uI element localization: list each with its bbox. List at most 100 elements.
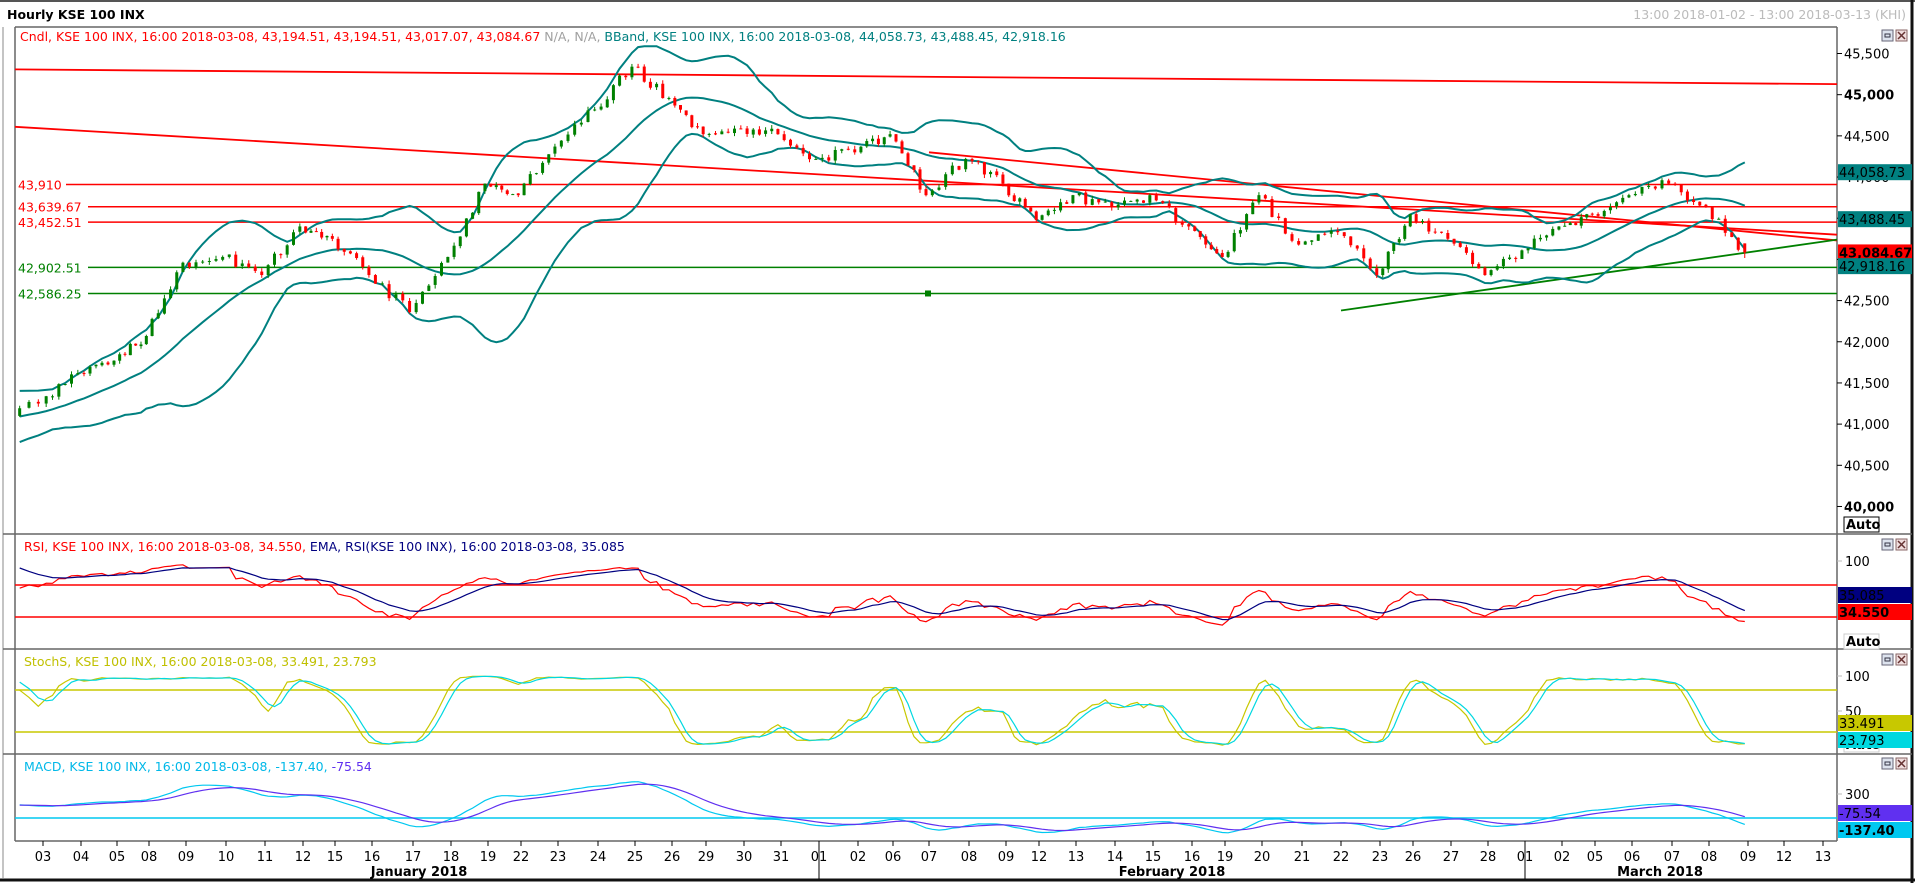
date-tick-label: 16 xyxy=(1184,850,1201,865)
candle-body xyxy=(1568,223,1572,226)
price-tick-label: 45,000 xyxy=(1844,89,1894,104)
candle-body xyxy=(1077,192,1081,196)
candle-body xyxy=(1698,201,1702,206)
price-auto-scale-button-label[interactable]: Auto xyxy=(1846,518,1881,533)
rsi-auto-scale-button-label[interactable]: Auto xyxy=(1846,635,1881,650)
chart-title: Hourly KSE 100 INX xyxy=(7,7,145,22)
candle-body xyxy=(414,302,418,313)
candle-body xyxy=(894,134,898,142)
candle-body xyxy=(900,141,904,154)
candle-body xyxy=(989,171,993,175)
date-tick-label: 15 xyxy=(1145,850,1162,865)
candle-body xyxy=(586,110,590,122)
candle-body xyxy=(579,122,583,125)
candle-body xyxy=(128,343,132,356)
candle-body xyxy=(150,318,154,336)
candle-body xyxy=(1323,233,1327,235)
candle-body xyxy=(667,97,671,99)
price-tick-label: 41,000 xyxy=(1844,418,1890,433)
candle-body xyxy=(227,254,231,257)
date-tick-label: 12 xyxy=(1031,850,1048,865)
rsi-close-button[interactable] xyxy=(1895,538,1908,551)
window-background xyxy=(0,0,1915,883)
candle-body xyxy=(1673,183,1677,185)
macd-close-button[interactable] xyxy=(1895,757,1908,770)
candle-body xyxy=(1071,195,1075,204)
candle-body xyxy=(820,157,824,159)
stoch-legend: StochS, KSE 100 INX, 16:00 2018-03-08, 3… xyxy=(24,654,377,669)
candle-body xyxy=(1023,198,1027,208)
macd-tick-label: 300 xyxy=(1845,788,1870,803)
candle-body xyxy=(1142,200,1145,203)
candle-body xyxy=(500,185,504,190)
candle-body xyxy=(559,140,563,147)
candle-body xyxy=(1355,245,1359,249)
candle-body xyxy=(1310,240,1314,242)
candle-body xyxy=(1018,198,1022,202)
restore-icon xyxy=(1881,653,1894,666)
candle-body xyxy=(1574,223,1578,226)
candle-body xyxy=(207,261,211,263)
candle-body xyxy=(1238,230,1242,234)
ema-legend: EMA, RSI(KSE 100 INX), 16:00 2018-03-08,… xyxy=(310,539,625,554)
candle-body xyxy=(1316,234,1320,241)
candle-body xyxy=(1710,207,1714,220)
candle-body xyxy=(937,187,941,190)
candle-body xyxy=(240,263,244,267)
candle-body xyxy=(1193,226,1197,231)
candle-body xyxy=(1526,248,1530,251)
trendline-anchor-handle[interactable] xyxy=(925,290,931,297)
candle-body xyxy=(1187,224,1191,227)
candle-body xyxy=(1723,218,1727,233)
candle-body xyxy=(1640,186,1644,194)
candle-body xyxy=(421,291,424,304)
candle-body xyxy=(1297,241,1301,245)
date-tick-label: 07 xyxy=(921,850,938,865)
candle-body xyxy=(865,141,869,147)
candle-body xyxy=(88,366,92,374)
date-tick-label: 04 xyxy=(73,850,90,865)
candle-body xyxy=(1204,236,1208,245)
candle-body xyxy=(1452,238,1456,244)
candle-body xyxy=(882,137,886,145)
stoch-restore-button[interactable] xyxy=(1881,653,1894,666)
date-tick-label: 09 xyxy=(1740,850,1757,865)
candle-body xyxy=(846,148,850,150)
candle-body xyxy=(394,294,398,299)
candle-body xyxy=(1621,197,1625,203)
stoch-tick-label: 100 xyxy=(1845,670,1870,685)
candle-body xyxy=(1579,217,1583,226)
candle-body xyxy=(1608,207,1612,211)
price-close-button[interactable] xyxy=(1895,29,1908,42)
date-tick-label: 03 xyxy=(35,850,52,865)
candle-body xyxy=(541,162,545,173)
rsi-tick-label: 100 xyxy=(1845,555,1870,570)
date-range: 13:00 2018-01-02 - 13:00 2018-03-13 (KHI… xyxy=(1633,7,1906,22)
macd-restore-button[interactable] xyxy=(1881,757,1894,770)
candle-body xyxy=(801,147,805,154)
candle-body xyxy=(599,106,603,110)
date-tick-label: 27 xyxy=(1443,850,1460,865)
date-tick-label: 12 xyxy=(1776,850,1793,865)
month-label: February 2018 xyxy=(1119,865,1226,880)
candle-body xyxy=(279,254,283,256)
price-restore-button[interactable] xyxy=(1881,29,1894,42)
candle-body xyxy=(1052,209,1056,211)
candle-body xyxy=(906,153,910,166)
level-label: 43,910 xyxy=(18,177,62,192)
candle-body xyxy=(696,126,699,128)
rsi-restore-button[interactable] xyxy=(1881,538,1894,551)
candle-body xyxy=(1551,228,1555,236)
candle-body xyxy=(367,266,371,276)
date-tick-label: 10 xyxy=(218,850,235,865)
candle-body xyxy=(739,128,743,130)
candle-body xyxy=(1154,195,1158,201)
candle-body xyxy=(169,289,173,299)
candle-body xyxy=(751,129,755,135)
stoch-close-button[interactable] xyxy=(1895,653,1908,666)
candle-body xyxy=(1483,267,1487,276)
candle-body xyxy=(1590,213,1594,215)
candle-body xyxy=(1532,238,1536,249)
candle-body xyxy=(348,251,352,254)
candle-body xyxy=(1046,210,1050,216)
